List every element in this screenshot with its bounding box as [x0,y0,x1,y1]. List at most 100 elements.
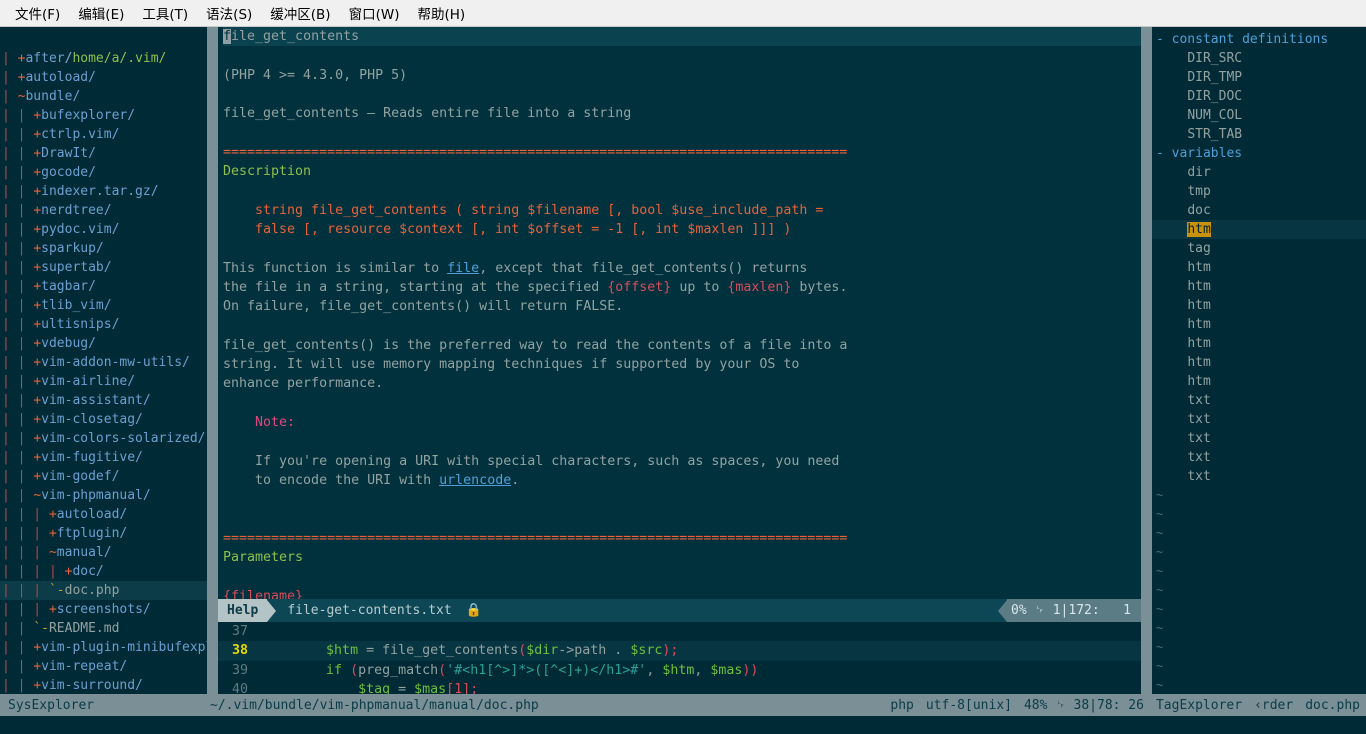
explorer-file-item[interactable]: | | | `-doc.php [0,581,207,600]
tagbar-tag-row[interactable]: htm [1152,372,1366,391]
tagbar-empty-row: ~ [1152,581,1366,600]
description-paragraph-4: file_get_contents() is the preferred way… [223,337,848,353]
code-line[interactable]: 40 $tag = $mas[1]; [218,680,1141,694]
description-paragraph-6: enhance performance. [223,376,384,392]
menu-syntax[interactable]: 语法(S) [197,1,261,25]
statusline-filename: file-get-contents.txt [287,603,452,618]
explorer-dir-item[interactable]: | | +DrawIt/ [0,144,207,163]
explorer-dir-item[interactable]: | | +vim-surround/ [0,676,207,694]
explorer-dir-item[interactable]: | | +tagbar/ [0,277,207,296]
tagbar-tag-row[interactable]: htm [1152,258,1366,277]
tagbar-tag-row[interactable]: txt [1152,391,1366,410]
tagbar-tag-row[interactable]: htm [1152,277,1366,296]
tree-guide-icon: | | [2,279,34,294]
explorer-dir-item[interactable]: | | +vim-repeat/ [0,657,207,676]
explorer-dir-item[interactable]: | | +ultisnips/ [0,315,207,334]
tagbar-tag-row[interactable]: htm [1152,315,1366,334]
tagbar-group-row[interactable]: - variables [1152,144,1366,163]
explorer-item-label: vim-repeat/ [41,659,128,674]
explorer-dir-item[interactable]: | | +vdebug/ [0,334,207,353]
explorer-dir-item[interactable]: | | | +ftplugin/ [0,524,207,543]
tagbar-tag-row[interactable]: tag [1152,239,1366,258]
menu-edit[interactable]: 编辑(E) [69,1,133,25]
explorer-dir-item[interactable]: | | | +screenshots/ [0,600,207,619]
explorer-dir-item[interactable]: | | +vim-plugin-minibufexpl/ [0,638,207,657]
tagbar-tag-row[interactable]: doc [1152,201,1366,220]
file-link[interactable]: file [447,261,479,276]
code-line[interactable]: 39 if (preg_match('#<h1[^>]*>([^<]+)</h1… [218,661,1141,680]
tagbar-indent [1156,431,1187,446]
tagbar-tag-row[interactable]: NUM_COL [1152,106,1366,125]
menu-tools[interactable]: 工具(T) [133,1,197,25]
tagbar-tag-row[interactable]: txt [1152,410,1366,429]
tagbar-tag-row[interactable]: txt [1152,448,1366,467]
code-line[interactable]: 37 [218,622,1141,641]
explorer-dir-item[interactable]: | | | ~manual/ [0,543,207,562]
explorer-dir-item[interactable]: | | +vim-fugitive/ [0,448,207,467]
code-editor-pane[interactable]: 37 38 $htm = file_get_contents($dir->path… [218,622,1141,694]
tagbar-tag-row[interactable]: STR_TAB [1152,125,1366,144]
explorer-file-item[interactable]: | | `-README.md [0,619,207,638]
urlencode-link[interactable]: urlencode [439,473,511,488]
explorer-dir-item[interactable]: | | | | +doc/ [0,562,207,581]
menu-help[interactable]: 帮助(H) [408,1,474,25]
fold-minus-icon[interactable]: - [1156,146,1172,161]
explorer-dir-item[interactable]: | | +pydoc.vim/ [0,220,207,239]
explorer-dir-item[interactable]: | | +vim-addon-mw-utils/ [0,353,207,372]
tagbar-tag-row[interactable]: txt [1152,467,1366,486]
tagbar-pane[interactable]: - constant definitions DIR_SRC DIR_TMP D… [1152,27,1366,694]
explorer-dir-item[interactable]: | | +supertab/ [0,258,207,277]
explorer-dir-item[interactable]: | | +gocode/ [0,163,207,182]
tagbar-tag-row[interactable]: htm [1152,220,1366,239]
line-ending-icon: ␊ [1055,697,1066,713]
code-line[interactable]: 38 $htm = file_get_contents($dir->path .… [218,641,1141,661]
menu-file[interactable]: 文件(F) [6,1,69,25]
explorer-dir-item[interactable]: | | +vim-godef/ [0,467,207,486]
tagbar-tag-row[interactable]: txt [1152,429,1366,448]
code-token: )) [742,662,759,678]
explorer-item-label: sparkup/ [41,241,104,256]
explorer-dir-item[interactable]: | | +vim-colors-solarized/ [0,429,207,448]
menu-window[interactable]: 窗口(W) [340,1,409,25]
empty-line-tilde-icon: ~ [1156,488,1164,502]
statusline-mode: Help [218,599,268,622]
explorer-dir-item[interactable]: | | | +autoload/ [0,505,207,524]
code-token: , [646,662,663,678]
note-line-2: to encode the URI with urlencode. [223,471,1141,490]
menu-buffers[interactable]: 缓冲区(B) [261,1,339,25]
explorer-dir-item[interactable]: | | +sparkup/ [0,239,207,258]
explorer-dir-item[interactable]: | +autoload/ [0,68,207,87]
tagbar-empty-row: ~ [1152,638,1366,657]
tagbar-tag-label: htm [1187,336,1211,351]
tagbar-group-row[interactable]: - constant definitions [1152,30,1366,49]
explorer-dir-item[interactable]: | ~bundle/ [0,87,207,106]
tagbar-tag-row[interactable]: tmp [1152,182,1366,201]
explorer-dir-item[interactable]: | | +ctrlp.vim/ [0,125,207,144]
explorer-dir-item[interactable]: | | +tlib_vim/ [0,296,207,315]
explorer-dir-item[interactable]: | | +vim-airline/ [0,372,207,391]
left-pane-divider[interactable] [207,27,218,694]
right-pane-divider[interactable] [1141,27,1152,694]
tagbar-tag-row[interactable]: DIR_DOC [1152,87,1366,106]
explorer-dir-item[interactable]: | | ~vim-phpmanual/ [0,486,207,505]
fold-minus-icon[interactable]: - [1156,32,1172,47]
file-explorer-pane[interactable]: /home/a/.vim/ | +after/| +autoload/| ~bu… [0,27,207,694]
tagbar-tag-row[interactable]: htm [1152,334,1366,353]
explorer-dir-item[interactable]: | | +indexer.tar.gz/ [0,182,207,201]
explorer-item-label: vim-plugin-minibufexpl/ [41,640,207,655]
help-document-pane[interactable]: file_get_contents (PHP 4 >= 4.3.0, PHP 5… [218,27,1141,599]
tagbar-tag-row[interactable]: htm [1152,296,1366,315]
explorer-dir-item[interactable]: | | +vim-assistant/ [0,391,207,410]
maxlen-param-ref: {maxlen} [727,279,792,295]
tagbar-tag-row[interactable]: htm [1152,353,1366,372]
tree-guide-icon: | [2,89,18,104]
explorer-dir-item[interactable]: | | +nerdtree/ [0,201,207,220]
tagbar-tag-row[interactable]: DIR_SRC [1152,49,1366,68]
explorer-dir-item[interactable]: | | +bufexplorer/ [0,106,207,125]
tagbar-tag-row[interactable]: dir [1152,163,1366,182]
help-summary-line: file_get_contents — Reads entire file in… [223,106,632,122]
explorer-dir-item[interactable]: | | +vim-closetag/ [0,410,207,429]
tagbar-tag-row[interactable]: DIR_TMP [1152,68,1366,87]
